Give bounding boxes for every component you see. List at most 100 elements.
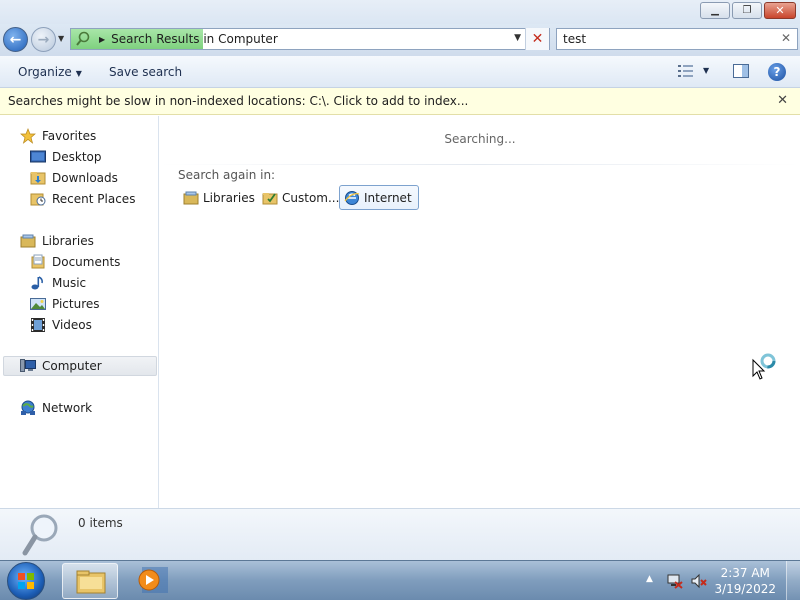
address-history-dropdown[interactable]: ▼ xyxy=(514,33,521,43)
nav-recent-places[interactable]: Recent Places xyxy=(30,189,135,209)
help-icon[interactable]: ? xyxy=(768,63,786,81)
minimize-button[interactable]: ▁ xyxy=(700,2,730,19)
nav-videos[interactable]: Videos xyxy=(30,315,92,335)
nav-libraries[interactable]: Libraries xyxy=(20,231,94,251)
busy-cursor-icon xyxy=(752,353,776,380)
nav-documents-label: Documents xyxy=(52,255,121,269)
forward-arrow-icon: → xyxy=(37,31,50,48)
nav-favorites-label: Favorites xyxy=(42,129,97,143)
pictures-icon xyxy=(30,298,46,310)
network-icon xyxy=(21,400,35,415)
search-input[interactable]: test ✕ xyxy=(556,28,798,50)
chevron-down-icon: ▼ xyxy=(75,69,82,78)
nav-downloads-label: Downloads xyxy=(52,171,118,185)
close-icon: ✕ xyxy=(775,3,785,17)
internet-explorer-icon xyxy=(344,190,360,205)
restore-icon: ❐ xyxy=(742,4,752,16)
search-query[interactable]: test xyxy=(563,32,586,46)
clock[interactable]: 2:37 AM 3/19/2022 xyxy=(714,565,776,597)
window-controls: ▁ ❐ ✕ xyxy=(700,2,796,19)
libraries-icon xyxy=(20,234,36,248)
search-again-custom-label: Custom... xyxy=(282,190,340,205)
forward-button[interactable]: → xyxy=(31,27,56,52)
star-icon xyxy=(20,128,36,144)
address-bar[interactable]: ▶ Search Results in Computer ▼ ✕ xyxy=(70,28,550,50)
recent-places-icon xyxy=(30,193,46,206)
nav-recent-places-label: Recent Places xyxy=(52,192,136,206)
volume-muted-icon[interactable] xyxy=(691,573,707,589)
search-magnifier-icon xyxy=(22,514,58,556)
breadcrumb-chevron-icon[interactable]: ▶ xyxy=(99,35,105,44)
navigation-pane: Favorites Desktop Downloads Recent Place… xyxy=(0,116,159,508)
custom-folder-icon xyxy=(262,192,278,204)
clock-time: 2:37 AM xyxy=(720,566,770,580)
maximize-button[interactable]: ❐ xyxy=(732,2,762,19)
search-again-libraries-button[interactable]: Libraries xyxy=(178,185,262,210)
search-again-internet-button[interactable]: Internet xyxy=(339,185,419,210)
nav-network[interactable]: Network xyxy=(20,398,92,418)
nav-videos-label: Videos xyxy=(52,318,92,332)
folder-icon xyxy=(76,570,106,594)
back-button[interactable]: ← xyxy=(3,27,28,52)
preview-pane-icon[interactable] xyxy=(733,64,749,78)
organize-button[interactable]: Organize ▼ xyxy=(18,65,82,79)
details-pane: 0 items xyxy=(0,508,800,560)
downloads-folder-icon xyxy=(30,172,46,185)
show-desktop-button[interactable] xyxy=(786,561,800,600)
search-status: Searching... xyxy=(444,132,516,146)
clear-search-icon[interactable]: ✕ xyxy=(781,31,791,45)
nav-libraries-label: Libraries xyxy=(42,234,94,248)
taskbar-media-player-button[interactable] xyxy=(122,563,178,599)
nav-music[interactable]: Music xyxy=(30,273,86,293)
windows-logo-icon xyxy=(18,573,34,589)
nav-computer-label: Computer xyxy=(42,359,102,373)
save-search-button[interactable]: Save search xyxy=(109,65,182,79)
nav-desktop[interactable]: Desktop xyxy=(30,147,102,167)
minimize-icon: ▁ xyxy=(711,4,719,16)
nav-music-label: Music xyxy=(52,276,87,290)
show-hidden-icons-button[interactable]: ▲ xyxy=(646,574,653,584)
libraries-icon xyxy=(183,191,199,204)
documents-icon xyxy=(31,254,45,269)
close-infobar-icon[interactable]: ✕ xyxy=(777,93,788,108)
computer-icon xyxy=(20,359,36,372)
search-again-custom-button[interactable]: Custom... xyxy=(257,185,346,210)
music-icon xyxy=(31,276,43,290)
organize-label: Organize xyxy=(18,65,72,79)
nav-computer[interactable]: Computer xyxy=(3,356,157,376)
search-again-libraries-label: Libraries xyxy=(203,190,255,205)
breadcrumb[interactable]: Search Results in Computer xyxy=(111,32,278,46)
search-results-area[interactable]: Searching... Search again in: Libraries … xyxy=(160,116,800,508)
search-again-label: Search again in: xyxy=(178,168,276,182)
nav-downloads[interactable]: Downloads xyxy=(30,168,118,188)
taskbar: ▲ 2:37 AM 3/19/2022 xyxy=(0,560,800,600)
close-button[interactable]: ✕ xyxy=(764,2,796,19)
view-options-dropdown[interactable]: ▼ xyxy=(703,66,709,75)
divider xyxy=(160,164,800,165)
recent-pages-dropdown[interactable]: ▼ xyxy=(58,34,64,43)
search-again-internet-label: Internet xyxy=(364,190,412,205)
clock-date: 3/19/2022 xyxy=(714,582,776,596)
nav-pictures-label: Pictures xyxy=(52,297,100,311)
change-view-icon[interactable] xyxy=(678,64,694,78)
command-bar: Organize ▼ Save search ▼ ? xyxy=(0,56,800,88)
back-arrow-icon: ← xyxy=(9,31,22,48)
nav-network-label: Network xyxy=(42,401,93,415)
start-button[interactable] xyxy=(7,562,45,600)
taskbar-explorer-button[interactable] xyxy=(62,563,118,599)
title-bar: ▁ ❐ ✕ xyxy=(0,0,800,24)
item-count: 0 items xyxy=(78,516,123,530)
address-row: ← → ▼ ▶ Search Results in Computer ▼ ✕ t… xyxy=(0,24,800,56)
nav-pictures[interactable]: Pictures xyxy=(30,294,100,314)
nav-documents[interactable]: Documents xyxy=(30,252,120,272)
nav-desktop-label: Desktop xyxy=(52,150,102,164)
videos-icon xyxy=(31,318,45,332)
media-player-icon xyxy=(138,567,168,593)
desktop-icon xyxy=(30,150,46,163)
network-status-icon[interactable] xyxy=(667,573,683,589)
nav-favorites[interactable]: Favorites xyxy=(20,126,96,146)
stop-search-button[interactable]: ✕ xyxy=(525,28,549,50)
index-warning-bar[interactable]: Searches might be slow in non-indexed lo… xyxy=(0,88,800,115)
search-results-icon xyxy=(76,31,90,46)
index-warning-text[interactable]: Searches might be slow in non-indexed lo… xyxy=(8,94,468,108)
